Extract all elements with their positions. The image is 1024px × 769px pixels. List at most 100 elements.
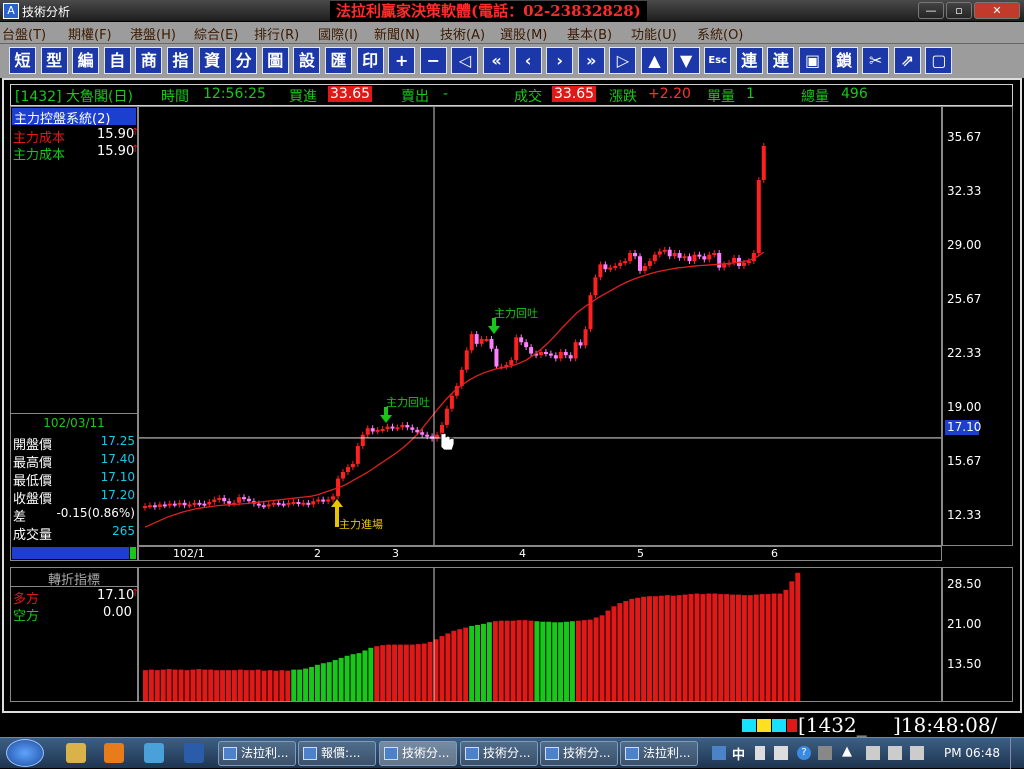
- menu-item[interactable]: 期權(F): [68, 24, 112, 43]
- word-icon[interactable]: [184, 743, 204, 763]
- scroll-thumb[interactable]: [130, 547, 136, 559]
- taskbar-item[interactable]: 法拉利...: [218, 741, 296, 766]
- toolbar-button[interactable]: ‹: [514, 47, 542, 74]
- chevron-up-icon[interactable]: ▲: [842, 744, 852, 759]
- menu-item[interactable]: 港盤(H): [130, 24, 176, 43]
- menu-item[interactable]: 技術(A): [440, 24, 485, 43]
- toolbar-button[interactable]: −: [419, 47, 447, 74]
- candle: [464, 347, 469, 373]
- toolbar-button[interactable]: 型: [40, 47, 68, 74]
- toolbar-button[interactable]: 編: [72, 47, 100, 74]
- toolbar-button[interactable]: ✂: [862, 47, 890, 74]
- menu-item[interactable]: 基本(B): [567, 24, 612, 43]
- help-icon[interactable]: ?: [797, 746, 811, 760]
- tray-icon[interactable]: [818, 746, 832, 760]
- toolbar-button[interactable]: ◁: [451, 47, 479, 74]
- toolbar-button[interactable]: Esc: [704, 47, 732, 74]
- toolbar-button[interactable]: ▷: [609, 47, 637, 74]
- candle: [692, 251, 697, 265]
- toolbar-button[interactable]: ›: [546, 47, 574, 74]
- indicator-bar: [214, 670, 220, 701]
- indicator-bar: [581, 620, 587, 701]
- indicator-bar: [332, 660, 338, 701]
- tray-clock[interactable]: PM 06:48: [944, 746, 1000, 760]
- candle: [321, 496, 326, 505]
- ime-mode-icon[interactable]: [755, 746, 765, 760]
- toolbar-button[interactable]: ▢: [925, 47, 953, 74]
- toolbar-button[interactable]: ▣: [799, 47, 826, 74]
- menu-item[interactable]: 綜合(E): [194, 24, 238, 43]
- y-tick-label: 25.67: [947, 291, 982, 306]
- indicator-bar: [730, 594, 735, 701]
- toolbar-button[interactable]: «: [483, 47, 510, 74]
- indicator-bar: [273, 670, 279, 701]
- ime-icon[interactable]: 中: [732, 744, 745, 763]
- toolbar-button[interactable]: 印: [356, 47, 384, 74]
- toolbar-button[interactable]: ⇗: [893, 47, 921, 74]
- candle: [697, 251, 702, 260]
- toolbar-button[interactable]: 連: [735, 47, 763, 74]
- price-chart-svg: [139, 107, 941, 545]
- price-chart[interactable]: 主力進場 主力回吐 主力回吐: [138, 106, 942, 546]
- taskbar-item[interactable]: 法拉利...: [620, 741, 698, 766]
- menu-item[interactable]: 台盤(T): [2, 24, 46, 43]
- menu-item[interactable]: 功能(U): [631, 24, 677, 43]
- system-selector[interactable]: 主力控盤系統(2): [12, 108, 136, 127]
- app-tray-icon[interactable]: [712, 746, 726, 760]
- menu-item[interactable]: 新聞(N): [374, 24, 420, 43]
- menu-item[interactable]: 選股(M): [500, 24, 547, 43]
- toolbar-button[interactable]: 圖: [261, 47, 289, 74]
- window-icon: [303, 747, 317, 760]
- photo-icon[interactable]: [144, 743, 164, 763]
- ask-label: 賣出: [401, 89, 429, 105]
- media-player-icon[interactable]: [104, 743, 124, 763]
- maximize-button[interactable]: ▫: [946, 2, 972, 19]
- taskbar-item[interactable]: 報價:...: [298, 741, 376, 766]
- volume-icon[interactable]: [910, 746, 924, 760]
- indicator-bar: [314, 664, 320, 701]
- indicator-bar: [172, 669, 178, 701]
- toolbar-button[interactable]: 匯: [325, 47, 352, 74]
- toolbar-button[interactable]: ▲: [641, 47, 668, 74]
- flag-icon[interactable]: [866, 746, 880, 760]
- network-icon[interactable]: [888, 746, 902, 760]
- toolbar-button[interactable]: 資: [198, 47, 226, 74]
- taskbar-item[interactable]: 技術分...: [540, 741, 618, 766]
- toolbar-button[interactable]: »: [577, 47, 605, 74]
- indicator-chart[interactable]: [138, 567, 942, 702]
- menu-item[interactable]: 國際(I): [318, 24, 358, 43]
- taskbar-item[interactable]: 技術分...: [460, 741, 538, 766]
- y-tick-label: 35.67: [947, 129, 982, 144]
- menu-item[interactable]: 系統(O): [697, 24, 743, 43]
- indicator-bar: [350, 654, 356, 701]
- price-axis: 17.10 35.67 32.33 29.00 25.67 22.33 19.00 15.6…: [942, 106, 1013, 546]
- toolbar-button[interactable]: 連: [767, 47, 795, 74]
- start-button[interactable]: [6, 739, 44, 767]
- minimize-button[interactable]: —: [918, 2, 944, 19]
- show-desktop-button[interactable]: [1010, 738, 1024, 769]
- toolbar-button[interactable]: 設: [293, 47, 321, 74]
- toolbar-button[interactable]: 短: [9, 47, 36, 74]
- toolbar-button[interactable]: 商: [135, 47, 163, 74]
- close-button[interactable]: ✕: [974, 2, 1020, 19]
- toolbar-button[interactable]: 分: [230, 47, 258, 74]
- candle: [593, 274, 598, 299]
- indicator-bar: [267, 670, 273, 701]
- toolbar-button[interactable]: ▼: [672, 47, 700, 74]
- toolbar-button[interactable]: 鎖: [830, 47, 858, 74]
- scroll-track[interactable]: [12, 547, 129, 559]
- menu-item[interactable]: 排行(R): [254, 24, 299, 43]
- ime-keyboard-icon[interactable]: [774, 746, 788, 760]
- indicator-bar: [510, 620, 516, 701]
- explorer-icon[interactable]: [66, 743, 86, 763]
- toolbar-button[interactable]: 指: [167, 47, 194, 74]
- candle: [232, 499, 237, 507]
- toolbar-button[interactable]: 自: [103, 47, 131, 74]
- toolbar-button[interactable]: +: [388, 47, 416, 74]
- candle: [563, 349, 568, 359]
- candle: [400, 422, 405, 431]
- indicator-bar: [475, 624, 481, 701]
- candle: [385, 423, 390, 432]
- taskbar-item[interactable]: 技術分...: [379, 741, 457, 766]
- indicator-bar: [605, 610, 611, 701]
